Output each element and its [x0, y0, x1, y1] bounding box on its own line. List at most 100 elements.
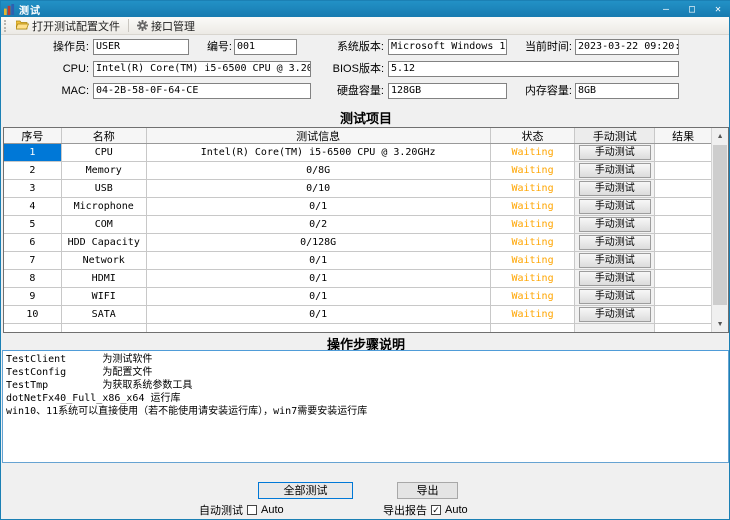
test-items-title: 测试项目 [1, 108, 730, 127]
disk-capacity-label: 硬盘容量: [311, 83, 384, 99]
status-cell: Waiting [491, 216, 576, 233]
status-cell: Waiting [491, 288, 576, 305]
result-cell [655, 234, 711, 251]
column-header-status: 状态 [491, 128, 576, 143]
auto-test-option-label: Auto [261, 504, 284, 516]
current-time-field[interactable]: 2023-03-22 09:20:26 [575, 39, 679, 55]
table-body: 序号名称测试信息状态手动测试结果1CPUIntel(R) Core(TM) i5… [4, 128, 711, 332]
table-row[interactable]: 9WIFI0/1Waiting手动测试 [4, 288, 711, 306]
instructions-textarea[interactable]: TestClient 为测试软件 TestConfig 为配置文件 TestTm… [2, 350, 729, 463]
manual-test-button[interactable]: 手动测试 [579, 235, 651, 250]
table-row[interactable]: 6HDD Capacity0/128GWaiting手动测试 [4, 234, 711, 252]
table-row[interactable]: 3USB0/10Waiting手动测试 [4, 180, 711, 198]
manual-test-button[interactable]: 手动测试 [579, 199, 651, 214]
cpu-label: CPU: [21, 61, 89, 77]
bios-version-label: BIOS版本: [311, 61, 384, 77]
table-row[interactable]: 7Network0/1Waiting手动测试 [4, 252, 711, 270]
item-name-cell: Memory [62, 162, 147, 179]
table-row[interactable]: 10SATA0/1Waiting手动测试 [4, 306, 711, 324]
disk-capacity-field[interactable]: 128GB [388, 83, 507, 99]
row-number-cell[interactable]: 5 [4, 216, 62, 233]
manual-test-button[interactable]: 手动测试 [579, 163, 651, 178]
column-header-manual: 手动测试 [575, 128, 655, 143]
open-config-button[interactable]: 打开测试配置文件 [11, 18, 125, 34]
row-number-cell[interactable]: 8 [4, 270, 62, 287]
close-button[interactable]: ✕ [705, 1, 730, 17]
scrollbar-thumb[interactable] [713, 145, 727, 305]
result-cell [655, 288, 711, 305]
manual-test-button[interactable]: 手动测试 [579, 145, 651, 160]
manual-test-button[interactable]: 手动测试 [579, 253, 651, 268]
memory-capacity-field[interactable]: 8GB [575, 83, 679, 99]
open-config-label: 打开测试配置文件 [32, 18, 120, 34]
current-time-label: 当前时间: [506, 39, 572, 55]
status-cell: Waiting [491, 198, 576, 215]
mac-field[interactable]: 04-2B-58-0F-64-CE [93, 83, 311, 99]
item-name-cell: USB [62, 180, 147, 197]
minimize-button[interactable]: – [653, 1, 679, 17]
manual-test-button[interactable]: 手动测试 [579, 271, 651, 286]
row-number-cell[interactable]: 10 [4, 306, 62, 323]
test-info-cell: 0/10 [147, 180, 491, 197]
serial-label: 编号: [186, 39, 232, 55]
result-cell [655, 306, 711, 323]
row-number-cell[interactable]: 6 [4, 234, 62, 251]
table-row[interactable]: 4Microphone0/1Waiting手动测试 [4, 198, 711, 216]
empty-cell [491, 324, 576, 332]
table-scrollbar[interactable]: ▲ ▼ [711, 128, 728, 332]
scroll-up-icon[interactable]: ▲ [712, 128, 728, 144]
manual-test-button[interactable]: 手动测试 [579, 289, 651, 304]
interface-mgmt-button[interactable]: 接口管理 [132, 18, 200, 34]
manual-test-cell: 手动测试 [575, 234, 655, 251]
empty-cell [655, 324, 711, 332]
row-number-cell[interactable]: 3 [4, 180, 62, 197]
manual-test-button[interactable]: 手动测试 [579, 181, 651, 196]
row-number-cell[interactable]: 2 [4, 162, 62, 179]
auto-test-label: 自动测试 [199, 502, 243, 518]
test-items-table: 序号名称测试信息状态手动测试结果1CPUIntel(R) Core(TM) i5… [3, 127, 729, 333]
os-version-field[interactable]: Microsoft Windows 10 专 [388, 39, 507, 55]
table-row[interactable]: 5COM0/2Waiting手动测试 [4, 216, 711, 234]
bios-version-field[interactable]: 5.12 [388, 61, 679, 77]
row-number-cell[interactable]: 9 [4, 288, 62, 305]
result-cell [655, 144, 711, 161]
row-number-cell[interactable]: 1 [4, 144, 62, 161]
table-row[interactable]: 1CPUIntel(R) Core(TM) i5-6500 CPU @ 3.20… [4, 144, 711, 162]
interface-mgmt-label: 接口管理 [151, 18, 195, 34]
empty-cell [62, 324, 147, 332]
manual-test-cell: 手动测试 [575, 144, 655, 161]
scroll-down-icon[interactable]: ▼ [712, 316, 728, 332]
table-row[interactable]: 8HDMI0/1Waiting手动测试 [4, 270, 711, 288]
manual-test-button[interactable]: 手动测试 [579, 307, 651, 322]
table-header-row: 序号名称测试信息状态手动测试结果 [4, 128, 711, 144]
row-number-cell[interactable]: 7 [4, 252, 62, 269]
titlebar: 测试 – □ ✕ [1, 1, 730, 17]
app-window: { "window": { "title": "测试", "minimize":… [0, 0, 730, 520]
serial-field[interactable]: 001 [234, 39, 297, 55]
auto-test-checkbox[interactable] [247, 505, 257, 515]
window-controls: – □ ✕ [653, 1, 730, 17]
toolbar-grip [4, 20, 7, 32]
status-cell: Waiting [491, 180, 576, 197]
maximize-button[interactable]: □ [679, 1, 705, 17]
mac-label: MAC: [21, 83, 89, 99]
row-number-cell[interactable]: 4 [4, 198, 62, 215]
toolbar: 打开测试配置文件 接口管理 [1, 17, 729, 35]
manual-test-button[interactable]: 手动测试 [579, 217, 651, 232]
export-report-group: 导出报告 ✓ Auto [383, 502, 468, 518]
window-title: 测试 [19, 2, 41, 17]
table-row[interactable]: 2Memory0/8GWaiting手动测试 [4, 162, 711, 180]
operator-field[interactable]: USER [93, 39, 189, 55]
cpu-field[interactable]: Intel(R) Core(TM) i5-6500 CPU @ 3.20GHz [93, 61, 311, 77]
test-all-button[interactable]: 全部测试 [258, 482, 353, 499]
app-icon [4, 4, 15, 15]
item-name-cell: HDD Capacity [62, 234, 147, 251]
result-cell [655, 180, 711, 197]
manual-test-cell: 手动测试 [575, 288, 655, 305]
result-cell [655, 162, 711, 179]
export-button[interactable]: 导出 [397, 482, 458, 499]
manual-test-cell: 手动测试 [575, 306, 655, 323]
export-report-checkbox[interactable]: ✓ [431, 505, 441, 515]
item-name-cell: Microphone [62, 198, 147, 215]
test-info-cell: 0/1 [147, 252, 491, 269]
